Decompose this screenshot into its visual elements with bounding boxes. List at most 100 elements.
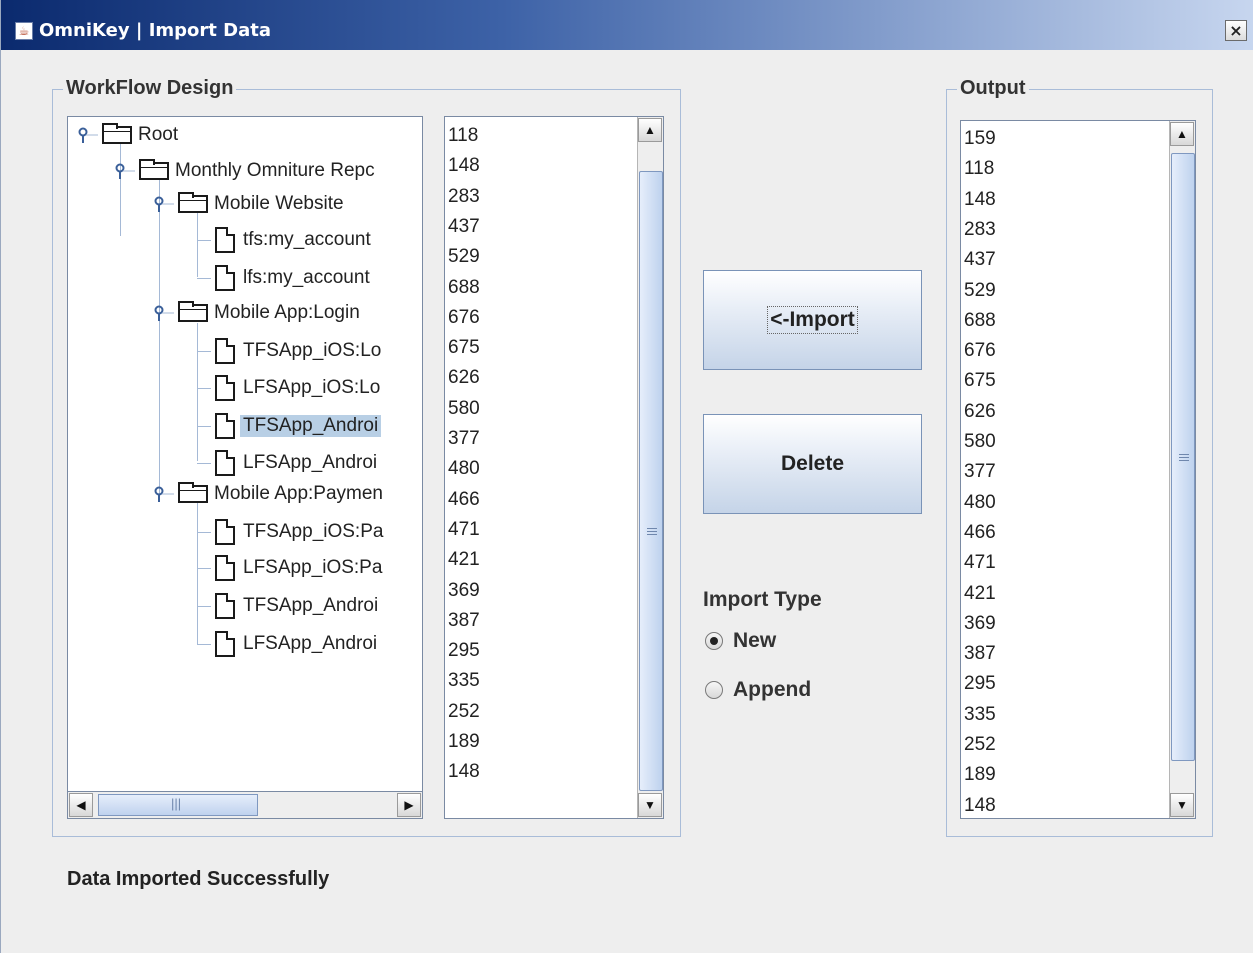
close-button[interactable]: ×	[1225, 20, 1247, 41]
list-item[interactable]: 421	[448, 549, 480, 571]
import-button[interactable]: <-Import	[703, 270, 922, 370]
list-item[interactable]: 437	[448, 216, 480, 238]
list-item[interactable]: 480	[448, 458, 480, 480]
list-item[interactable]: 676	[964, 340, 996, 362]
tree-expand-handle-icon[interactable]	[154, 485, 176, 503]
list-item[interactable]: 580	[448, 398, 480, 420]
scroll-thumb[interactable]	[639, 171, 663, 791]
list-item[interactable]: 189	[448, 731, 480, 753]
scroll-up-button[interactable]: ▲	[1170, 122, 1194, 146]
list-item[interactable]: 118	[448, 125, 478, 147]
scroll-left-button[interactable]: ◀	[69, 793, 93, 817]
scroll-up-button[interactable]: ▲	[638, 118, 662, 142]
tree-horizontal-scrollbar[interactable]: ◀ ||| ▶	[67, 791, 423, 819]
list-item[interactable]: 148	[964, 189, 996, 211]
list-item[interactable]: 295	[448, 640, 480, 662]
radio-append[interactable]: Append	[705, 678, 811, 702]
list-item[interactable]: 369	[964, 613, 996, 635]
radio-new[interactable]: New	[705, 629, 776, 653]
tree-node-label: Root	[138, 124, 179, 145]
list-item[interactable]: 295	[964, 673, 996, 695]
tree-expand-handle-icon[interactable]	[78, 126, 100, 144]
list-item[interactable]: 688	[448, 277, 480, 299]
list-item[interactable]: 626	[964, 401, 996, 423]
list-item[interactable]: 466	[448, 489, 480, 511]
output-values-list[interactable]: ▲ ▼ 159 118 148 283 437 529 688 676 675 626 580 377…	[960, 120, 1196, 819]
workflow-tree[interactable]: Root Monthly Omniture Repc Mobile Website t…	[67, 116, 423, 819]
tree-branch-line	[197, 567, 211, 569]
list-item[interactable]: 148	[448, 761, 480, 783]
list-item[interactable]: 688	[964, 310, 996, 332]
list-item[interactable]: 335	[964, 704, 996, 726]
list-item[interactable]: 471	[964, 552, 996, 574]
output-vertical-scrollbar[interactable]: ▲ ▼	[1169, 121, 1195, 818]
list-item[interactable]: 675	[448, 337, 480, 359]
list-item[interactable]: 626	[448, 367, 480, 389]
file-icon	[215, 338, 235, 364]
file-icon	[215, 593, 235, 619]
tree-folder-node[interactable]: Mobile App:Paymen	[154, 479, 383, 509]
list-item[interactable]: 252	[448, 701, 480, 723]
folder-icon	[139, 159, 169, 180]
tree-file-node[interactable]: LFSApp_iOS:Lo	[197, 373, 380, 403]
scroll-thumb-grip	[647, 528, 657, 535]
list-item[interactable]: 480	[964, 492, 996, 514]
list-item[interactable]: 148	[448, 155, 480, 177]
radio-append-indicator[interactable]	[705, 681, 723, 699]
tree-expand-handle-icon[interactable]	[154, 195, 176, 213]
tree-folder-node[interactable]: Monthly Omniture Repc	[115, 156, 375, 186]
values-vertical-scrollbar[interactable]: ▲ ▼	[637, 117, 663, 818]
tree-file-node[interactable]: tfs:my_account	[197, 225, 371, 255]
list-item[interactable]: 675	[964, 370, 996, 392]
list-item[interactable]: 377	[964, 461, 996, 483]
list-item[interactable]: 159	[964, 128, 996, 150]
list-item[interactable]: 471	[448, 519, 480, 541]
list-item[interactable]: 676	[448, 307, 480, 329]
scroll-down-button[interactable]: ▼	[638, 793, 662, 817]
scroll-thumb-grip	[1179, 454, 1189, 461]
workflow-values-list[interactable]: ▲ ▼ 118 148 283 437 529 688 676 675 626 580 377 480…	[444, 116, 664, 819]
tree-file-node[interactable]: LFSApp_Androi	[197, 448, 377, 478]
list-item[interactable]: 529	[964, 280, 996, 302]
list-item[interactable]: 421	[964, 583, 996, 605]
tree-file-node[interactable]: LFSApp_Androi	[197, 629, 377, 659]
list-item[interactable]: 189	[964, 764, 996, 786]
list-item[interactable]: 529	[448, 246, 480, 268]
file-icon	[215, 413, 235, 439]
list-item[interactable]: 387	[448, 610, 480, 632]
list-item[interactable]: 148	[964, 795, 996, 817]
scroll-right-button[interactable]: ▶	[397, 793, 421, 817]
tree-file-node[interactable]: TFSApp_iOS:Lo	[197, 336, 381, 366]
list-item[interactable]: 252	[964, 734, 996, 756]
scroll-thumb[interactable]: |||	[98, 794, 258, 816]
list-item[interactable]: 580	[964, 431, 996, 453]
tree-folder-node[interactable]: Mobile Website	[154, 189, 344, 219]
tree-file-node[interactable]: LFSApp_iOS:Pa	[197, 553, 382, 583]
tree-expand-handle-icon[interactable]	[154, 304, 176, 322]
tree-expand-handle-icon[interactable]	[115, 162, 137, 180]
tree-branch-line	[197, 643, 211, 645]
scroll-thumb[interactable]	[1171, 153, 1195, 761]
delete-button[interactable]: Delete	[703, 414, 922, 514]
tree-folder-node[interactable]: Root	[78, 120, 178, 150]
tree-branch-line	[197, 277, 211, 279]
list-item[interactable]: 387	[964, 643, 996, 665]
tree-file-node[interactable]: TFSApp_Androi	[197, 411, 382, 441]
tree-folder-node[interactable]: Mobile App:Login	[154, 298, 360, 328]
list-item[interactable]: 335	[448, 670, 480, 692]
list-item[interactable]: 377	[448, 428, 480, 450]
tree-file-node[interactable]: TFSApp_Androi	[197, 591, 378, 621]
tree-branch-line	[197, 239, 211, 241]
radio-new-indicator[interactable]	[705, 632, 723, 650]
list-item[interactable]: 118	[964, 158, 994, 180]
tree-branch-line	[197, 462, 211, 464]
list-item[interactable]: 283	[448, 186, 480, 208]
tree-file-node[interactable]: TFSApp_iOS:Pa	[197, 517, 383, 547]
import-type-label: Import Type	[703, 588, 822, 611]
list-item[interactable]: 283	[964, 219, 996, 241]
scroll-down-button[interactable]: ▼	[1170, 793, 1194, 817]
list-item[interactable]: 466	[964, 522, 996, 544]
list-item[interactable]: 369	[448, 580, 480, 602]
tree-file-node[interactable]: lfs:my_account	[197, 263, 370, 293]
list-item[interactable]: 437	[964, 249, 996, 271]
